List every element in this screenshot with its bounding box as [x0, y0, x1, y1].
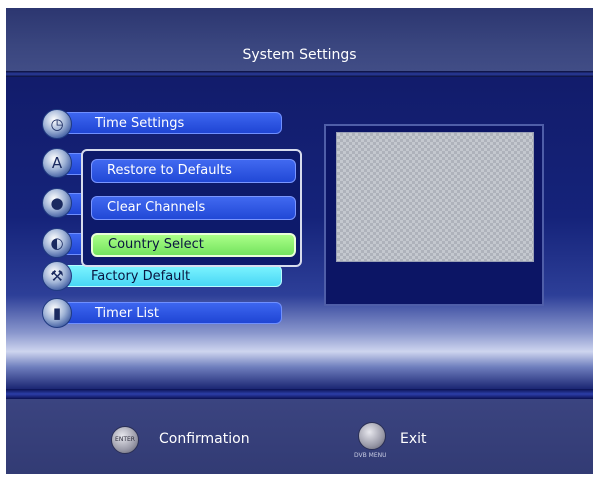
restore-defaults-button[interactable]: Restore to Defaults — [91, 159, 296, 183]
preview-panel — [324, 124, 544, 306]
header-bar: System Settings — [6, 8, 593, 71]
parental-icon: ● — [42, 188, 72, 218]
clear-channels-button[interactable]: Clear Channels — [91, 196, 296, 220]
language-icon: A — [42, 148, 72, 178]
option-label: Country Select — [108, 237, 204, 252]
menu-item-label: Factory Default — [91, 269, 191, 284]
page-title: System Settings — [242, 47, 357, 63]
confirmation-label: Confirmation — [159, 431, 250, 447]
exit-label: Exit — [400, 431, 427, 447]
factory-default-popup: Restore to Defaults Clear Channels Count… — [81, 149, 302, 267]
timer-icon: ▮ — [42, 298, 72, 328]
menu-item-time-settings[interactable]: Time Settings — [62, 112, 282, 134]
country-select-button[interactable]: Country Select — [91, 233, 296, 257]
footer-divider — [6, 389, 593, 399]
dvb-menu-label: DVB MENU — [354, 452, 387, 459]
exit-button-icon[interactable] — [358, 422, 386, 450]
globe-icon: ◐ — [42, 228, 72, 258]
menu-item-timer-list[interactable]: Timer List — [62, 302, 282, 324]
clock-icon: ◷ — [42, 109, 72, 139]
menu-item-label: Time Settings — [95, 116, 185, 131]
enter-button-icon[interactable]: ENTER — [111, 426, 139, 454]
option-label: Restore to Defaults — [107, 163, 232, 178]
option-label: Clear Channels — [107, 200, 206, 215]
footer-bar — [6, 399, 593, 474]
menu-item-factory-default[interactable]: Factory Default — [62, 265, 282, 287]
settings-screen: System Settings Time Settings ◷ A ● ◐ Fa… — [6, 8, 593, 474]
video-preview — [336, 132, 534, 262]
menu-item-label: Timer List — [95, 306, 160, 321]
tools-icon: ⚒ — [42, 261, 72, 291]
